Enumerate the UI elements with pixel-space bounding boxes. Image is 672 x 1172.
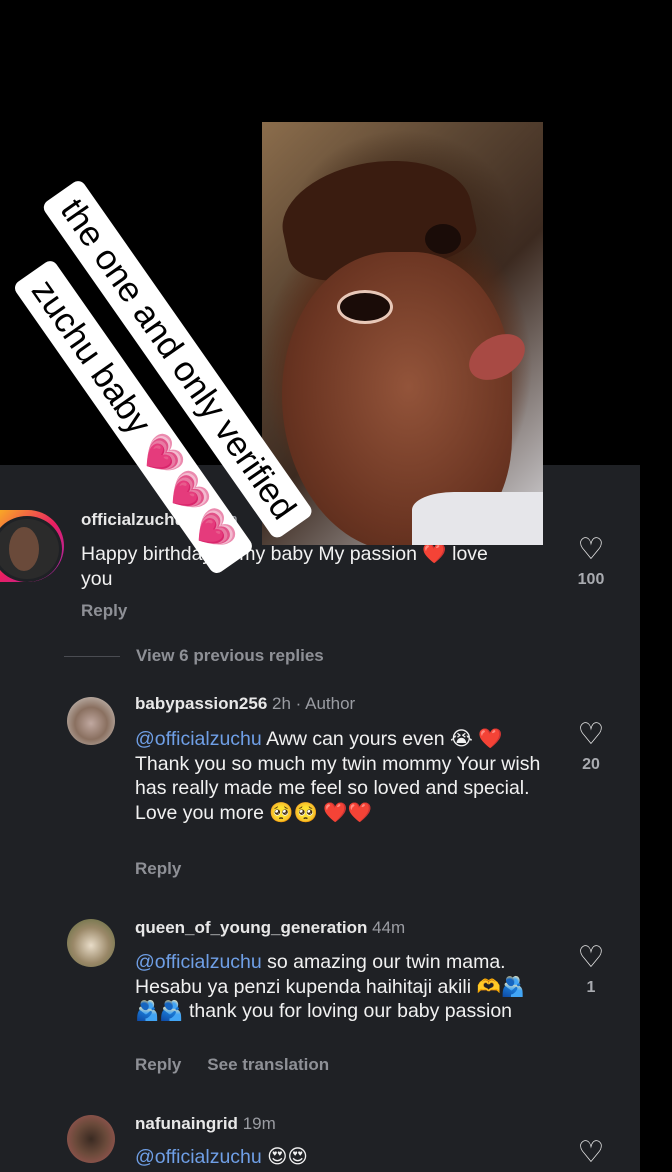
reply-username[interactable]: babypassion256 2h · Author: [135, 694, 355, 714]
reply-actions: Reply See translation: [135, 1055, 329, 1075]
avatar-nafunaingrid[interactable]: [67, 1115, 115, 1163]
heart-outline-icon: ♡: [577, 941, 605, 974]
heart-outline-icon: ♡: [577, 1136, 605, 1169]
avatar-queen-of-young-generation[interactable]: [67, 919, 115, 967]
like-count: 20: [582, 756, 600, 773]
profile-photo: [262, 122, 543, 545]
reply-text: @officialzuchu so amazing our twin mama.…: [135, 951, 526, 1022]
like-button[interactable]: ♡ 100: [571, 535, 611, 589]
reply-username[interactable]: queen_of_young_generation 44m: [135, 918, 405, 938]
like-button[interactable]: ♡: [571, 1138, 611, 1168]
comment-text: Happy birthday to my baby My passion ❤️ …: [81, 543, 488, 590]
like-button[interactable]: ♡ 1: [571, 943, 611, 997]
reply-button[interactable]: Reply: [135, 859, 181, 879]
reply-text: @officialzuchu Aww can yours even 😭 ❤️ T…: [135, 728, 541, 824]
reply-button[interactable]: Reply: [81, 601, 127, 621]
reply-username[interactable]: nafunaingrid 19m: [135, 1114, 276, 1134]
heart-outline-icon: ♡: [577, 533, 605, 566]
mention-link[interactable]: @officialzuchu: [135, 728, 262, 750]
mention-link[interactable]: @officialzuchu: [135, 951, 262, 973]
like-count: 1: [586, 979, 596, 996]
avatar-babypassion256[interactable]: [67, 697, 115, 745]
like-count: 100: [577, 571, 605, 588]
reply-text: @officialzuchu 😍😍: [135, 1146, 308, 1168]
view-previous-replies[interactable]: View 6 previous replies: [64, 646, 324, 666]
heart-outline-icon: ♡: [577, 718, 605, 751]
reply-button[interactable]: Reply: [135, 1055, 181, 1074]
mention-link[interactable]: @officialzuchu: [135, 1146, 262, 1168]
like-button[interactable]: ♡ 20: [571, 720, 611, 774]
see-translation-button[interactable]: See translation: [207, 1055, 329, 1074]
